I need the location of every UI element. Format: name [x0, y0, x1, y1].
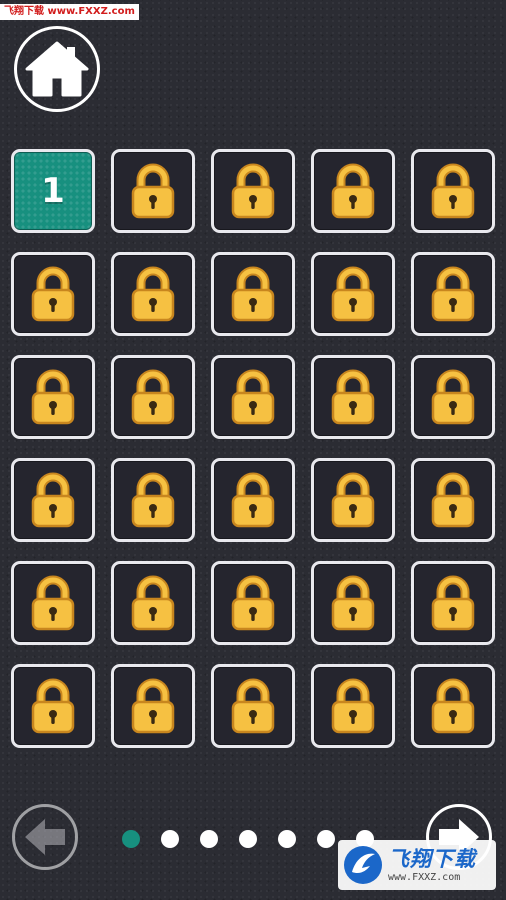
padlock-icon: [31, 472, 75, 528]
padlock-icon: [231, 472, 275, 528]
padlock-icon: [431, 678, 475, 734]
arrow-left-icon: [25, 819, 65, 855]
level-tile-locked[interactable]: [411, 561, 495, 645]
padlock-icon: [331, 369, 375, 425]
level-tile-locked[interactable]: [311, 252, 395, 336]
page-dot[interactable]: [200, 830, 218, 848]
padlock-icon: [131, 266, 175, 322]
level-tile-locked[interactable]: [111, 458, 195, 542]
level-tile-locked[interactable]: [211, 149, 295, 233]
page-dot-active[interactable]: [122, 830, 140, 848]
padlock-icon: [31, 678, 75, 734]
level-tile-locked[interactable]: [11, 664, 95, 748]
padlock-icon: [431, 472, 475, 528]
level-tile-locked[interactable]: [311, 458, 395, 542]
level-tile-locked[interactable]: [111, 664, 195, 748]
page-dot[interactable]: [161, 830, 179, 848]
fxxz-logo-icon: [344, 846, 382, 884]
padlock-icon: [431, 266, 475, 322]
watermark-badge: 飞翔下载 www.FXXZ.com: [338, 840, 496, 890]
padlock-icon: [331, 472, 375, 528]
level-tile-locked[interactable]: [11, 561, 95, 645]
prev-page-button[interactable]: [12, 804, 78, 870]
padlock-icon: [431, 163, 475, 219]
level-tile-locked[interactable]: [411, 664, 495, 748]
padlock-icon: [231, 369, 275, 425]
padlock-icon: [131, 369, 175, 425]
level-tile-locked[interactable]: [411, 149, 495, 233]
watermark-top: 飞翔下载 www.FXXZ.com: [0, 4, 139, 20]
watermark-url: www.FXXZ.com: [388, 871, 461, 883]
level-tile-locked[interactable]: [311, 149, 395, 233]
level-tile-locked[interactable]: [111, 355, 195, 439]
level-tile-locked[interactable]: [411, 458, 495, 542]
padlock-icon: [131, 678, 175, 734]
level-tile-locked[interactable]: [11, 458, 95, 542]
level-tile-locked[interactable]: [211, 561, 295, 645]
padlock-icon: [231, 575, 275, 631]
level-number: 1: [41, 171, 65, 211]
page-indicator: [122, 830, 374, 848]
level-tile-locked[interactable]: [111, 252, 195, 336]
padlock-icon: [31, 369, 75, 425]
padlock-icon: [331, 163, 375, 219]
level-tile-locked[interactable]: [311, 355, 395, 439]
padlock-icon: [331, 678, 375, 734]
padlock-icon: [431, 369, 475, 425]
page-dot[interactable]: [278, 830, 296, 848]
level-grid: 1: [11, 149, 495, 748]
padlock-icon: [231, 163, 275, 219]
padlock-icon: [31, 575, 75, 631]
padlock-icon: [331, 266, 375, 322]
level-tile-locked[interactable]: [211, 355, 295, 439]
level-tile-locked[interactable]: [411, 252, 495, 336]
padlock-icon: [331, 575, 375, 631]
home-button[interactable]: [14, 26, 100, 112]
level-tile-locked[interactable]: [211, 252, 295, 336]
page-dot[interactable]: [317, 830, 335, 848]
padlock-icon: [131, 575, 175, 631]
page-dot[interactable]: [239, 830, 257, 848]
level-tile-locked[interactable]: [111, 561, 195, 645]
level-tile-locked[interactable]: [211, 458, 295, 542]
padlock-icon: [431, 575, 475, 631]
level-tile-locked[interactable]: [411, 355, 495, 439]
level-tile-locked[interactable]: [211, 664, 295, 748]
padlock-icon: [231, 678, 275, 734]
level-tile-locked[interactable]: [311, 561, 395, 645]
home-icon: [25, 41, 89, 97]
level-tile-locked[interactable]: [111, 149, 195, 233]
padlock-icon: [131, 163, 175, 219]
level-tile-locked[interactable]: [11, 252, 95, 336]
level-tile-locked[interactable]: [311, 664, 395, 748]
padlock-icon: [131, 472, 175, 528]
level-tile-locked[interactable]: [11, 355, 95, 439]
watermark-title: 飞翔下载: [388, 846, 476, 871]
padlock-icon: [231, 266, 275, 322]
level-tile-unlocked[interactable]: 1: [11, 149, 95, 233]
padlock-icon: [31, 266, 75, 322]
